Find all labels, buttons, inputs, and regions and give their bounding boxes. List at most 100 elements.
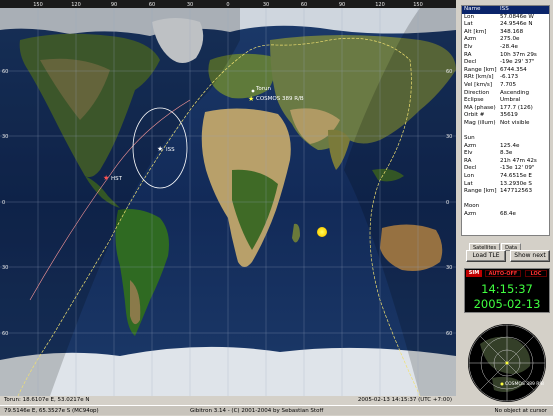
- loc-mode-toggle[interactable]: LOC: [525, 270, 547, 277]
- show-next-button[interactable]: Show next: [510, 250, 550, 262]
- svg-text:30: 30: [263, 2, 269, 8]
- info-row[interactable]: Range [km] 147712563: [462, 188, 549, 196]
- info-row[interactable]: Mag (illum) Not visible: [462, 120, 549, 128]
- info-value: 6744.354: [500, 66, 527, 73]
- svg-text:30: 30: [446, 265, 452, 271]
- info-key: Decl: [464, 59, 477, 66]
- info-value: -13e 12' 09": [500, 165, 535, 172]
- info-row[interactable]: MA (phase) 177.7 (126): [462, 105, 549, 113]
- satellite-label: COSMOS 389 R/B: [256, 96, 304, 102]
- info-row[interactable]: Lon 74.6515e E: [462, 173, 549, 181]
- panel-tabs: Satellites Data: [469, 236, 522, 251]
- radar-sat-label: COSMOS 389 R/B: [505, 381, 544, 387]
- world-map[interactable]: 150 120 90 60 30 0 30 60 90 120 150 60 3…: [0, 0, 456, 405]
- info-key: RA: [464, 51, 472, 58]
- svg-text:0: 0: [446, 200, 449, 206]
- info-key: Lat: [464, 180, 473, 187]
- info-row[interactable]: Orbit # 35619: [462, 112, 549, 120]
- svg-text:60: 60: [2, 331, 8, 337]
- info-row[interactable]: RA 21h 47m 42s: [462, 158, 549, 166]
- info-row[interactable]: Vel [km/s] 7.705: [462, 82, 549, 90]
- info-row[interactable]: Range [km] 6744.354: [462, 67, 549, 75]
- satellite-star-icon: ★: [248, 95, 254, 103]
- info-row[interactable]: Decl -13e 12' 09": [462, 165, 549, 173]
- gpredict-window: 150 120 90 60 30 0 30 60 90 120 150 60 3…: [0, 0, 553, 415]
- info-row[interactable]: Sun: [462, 135, 549, 143]
- svg-text:60: 60: [301, 2, 307, 8]
- svg-text:0: 0: [2, 200, 5, 206]
- svg-text:30: 30: [187, 2, 193, 8]
- status-bar: 79.5146e E, 65.3527e S (MC94op) Gibitron…: [0, 405, 553, 415]
- info-value: Ascending: [500, 89, 530, 96]
- info-row[interactable]: Direction Ascending: [462, 90, 549, 98]
- ground-station-coords: Torun: 18.6107e E, 53.0217e N: [4, 397, 90, 403]
- info-row[interactable]: Alt [km] 348.168: [462, 29, 549, 37]
- svg-text:60: 60: [446, 331, 452, 337]
- info-row[interactable]: Elv 8.3e: [462, 150, 549, 158]
- info-row[interactable]: Decl -19e 29' 37": [462, 59, 549, 67]
- info-row[interactable]: Moon: [462, 203, 549, 211]
- info-key: Azm: [464, 211, 477, 218]
- info-key: Decl: [464, 165, 477, 172]
- radar-center-icon: [505, 361, 509, 365]
- satellite-label: ISS: [166, 147, 175, 153]
- satellite-label: HST: [111, 176, 123, 182]
- info-row[interactable]: Lat 13.2930e S: [462, 181, 549, 189]
- info-row[interactable]: Name ISS: [462, 6, 549, 14]
- satellite-star-icon: ★: [103, 174, 109, 182]
- radar-sat-marker[interactable]: [500, 382, 504, 386]
- svg-text:30: 30: [2, 265, 8, 271]
- map-datetime: 2005-02-13 14:15:37 (UTC +7:00): [357, 397, 452, 403]
- info-row[interactable]: Azm 125.4e: [462, 143, 549, 151]
- info-row[interactable]: RA 10h 37m 29s: [462, 52, 549, 60]
- info-value: 68.4e: [500, 211, 516, 218]
- auto-mode-toggle[interactable]: AUTO-OFF: [485, 270, 521, 277]
- svg-text:150: 150: [33, 2, 43, 8]
- sun-marker[interactable]: [317, 227, 327, 237]
- info-value: -28.4e: [500, 43, 518, 50]
- info-row[interactable]: Eclipse Umbral: [462, 97, 549, 105]
- info-value: 147712563: [500, 188, 533, 195]
- info-row[interactable]: Elv -28.4e: [462, 44, 549, 52]
- info-key: Lon: [464, 13, 474, 20]
- info-value: 57.0846e W: [500, 13, 534, 20]
- satellite-iss[interactable]: ★ ISS: [157, 145, 175, 153]
- info-key: Azm: [464, 36, 477, 43]
- info-key: Azm: [464, 142, 477, 149]
- svg-text:60: 60: [2, 69, 8, 75]
- info-key: Range [km]: [464, 188, 497, 195]
- polar-radar[interactable]: COSMOS 389 R/B: [462, 322, 552, 404]
- info-value: 24.9546e N: [500, 21, 533, 28]
- info-key: Lon: [464, 173, 474, 180]
- satellite-hst[interactable]: ★ HST: [103, 174, 123, 182]
- info-row[interactable]: RRt [km/s] -6.173: [462, 74, 549, 82]
- info-row[interactable]: Azm 275.0e: [462, 36, 549, 44]
- satellite-info-list[interactable]: Name ISS Lon 57.0846e W Lat 24.9546e N Alt [km…: [461, 5, 550, 236]
- info-value: Not visible: [500, 119, 530, 126]
- map-canvas[interactable]: 150 120 90 60 30 0 30 60 90 120 150 60 3…: [0, 0, 456, 405]
- info-value: 275.0e: [500, 36, 520, 43]
- info-value: 348.168: [500, 28, 524, 35]
- info-key: Moon: [464, 203, 480, 210]
- info-key: Vel [km/s]: [464, 81, 493, 88]
- info-key: Alt [km]: [464, 28, 487, 35]
- sim-mode-toggle[interactable]: SIM: [466, 270, 482, 277]
- info-row[interactable]: Lat 24.9546e N: [462, 21, 549, 29]
- info-key: Elv: [464, 150, 473, 157]
- info-key: RRt [km/s]: [464, 74, 494, 81]
- info-value: 7.705: [500, 81, 517, 88]
- info-key: Eclipse: [464, 97, 484, 104]
- info-key: Elv: [464, 43, 473, 50]
- svg-text:60: 60: [446, 69, 452, 75]
- ground-station-marker[interactable]: [251, 89, 255, 93]
- load-tle-button[interactable]: Load TLE: [466, 250, 506, 262]
- satellite-cosmos[interactable]: ★ COSMOS 389 R/B: [248, 95, 304, 103]
- info-row[interactable]: Lon 57.0846e W: [462, 14, 549, 22]
- svg-text:150: 150: [413, 2, 423, 8]
- info-row[interactable]: Azm 68.4e: [462, 211, 549, 219]
- info-value: 177.7 (126): [500, 104, 533, 111]
- info-value: 125.4e: [500, 142, 520, 149]
- info-key: Name: [464, 6, 481, 12]
- svg-text:30: 30: [2, 134, 8, 140]
